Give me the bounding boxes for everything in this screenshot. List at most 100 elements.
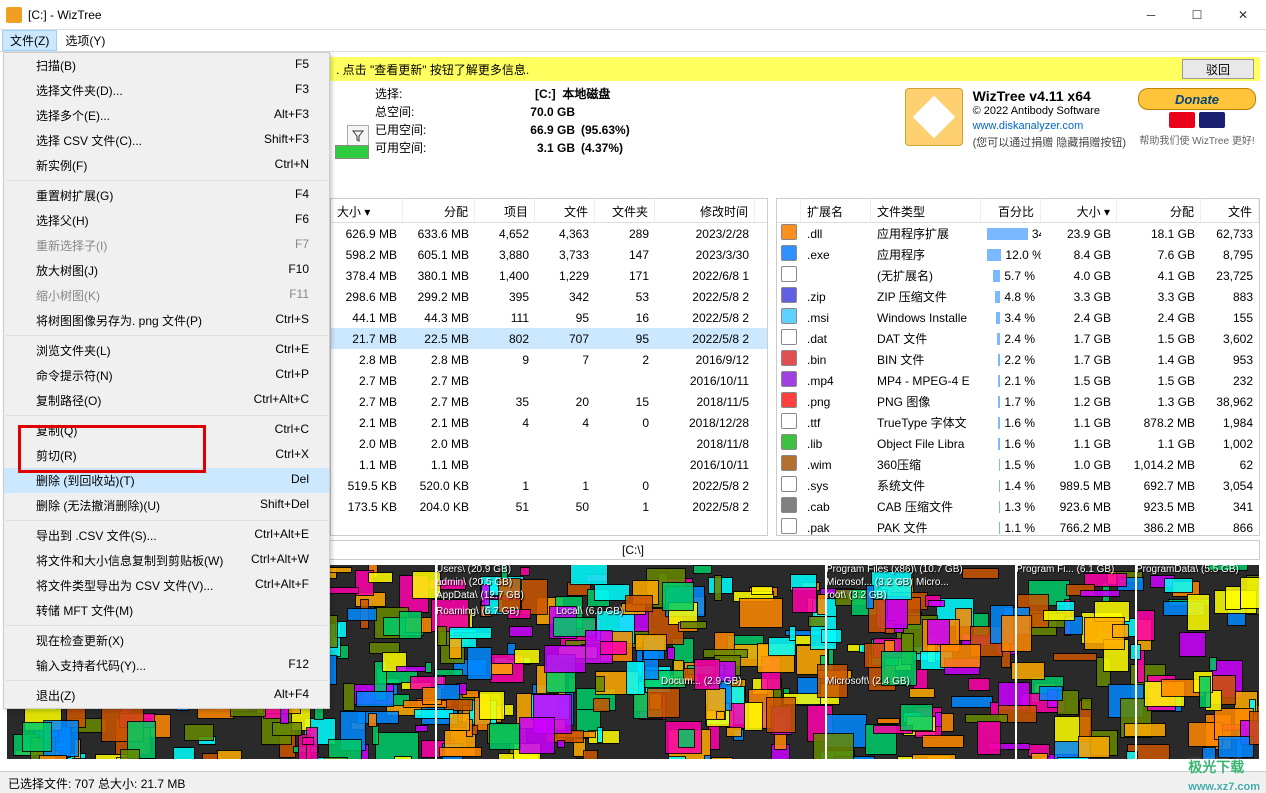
menubar: 文件(Z) 选项(Y)	[0, 30, 1266, 52]
close-button[interactable]: ✕	[1220, 1, 1266, 29]
column-header[interactable]: 分配	[1117, 199, 1201, 222]
treemap-label: Local\ (6.0 GB)	[556, 606, 623, 617]
column-header[interactable]: 扩展名	[801, 199, 871, 222]
tables-area: 大小 ▾分配项目文件文件夹修改时间 626.9 MB633.6 MB4,6524…	[330, 198, 1260, 536]
menu-item[interactable]: 导出到 .CSV 文件(S)...Ctrl+Alt+E	[4, 523, 329, 548]
dismiss-button[interactable]: 驳回	[1182, 59, 1254, 79]
table-row[interactable]: 2.8 MB2.8 MB9722016/9/12	[331, 349, 767, 370]
menu-item[interactable]: 选择多个(E)...Alt+F3	[4, 103, 329, 128]
table-row[interactable]: .ttfTrueType 字体文1.6 %1.1 GB878.2 MB1,984	[777, 412, 1259, 433]
menu-item[interactable]: 复制(Q)Ctrl+C	[4, 418, 329, 443]
table-row[interactable]: .cabCAB 压缩文件1.3 %923.6 MB923.5 MB341	[777, 496, 1259, 517]
table-row[interactable]: 2.1 MB2.1 MB4402018/12/28	[331, 412, 767, 433]
homepage-link[interactable]: www.diskanalyzer.com	[973, 120, 1084, 132]
menu-item[interactable]: 现在检查更新(X)	[4, 628, 329, 653]
menu-item[interactable]: 将文件和大小信息复制到剪贴板(W)Ctrl+Alt+W	[4, 548, 329, 573]
right-table-header: 扩展名文件类型百分比大小 ▾分配文件	[777, 199, 1259, 223]
menu-item[interactable]: 选择文件夹(D)...F3	[4, 78, 329, 103]
table-row[interactable]: 378.4 MB380.1 MB1,4001,2291712022/6/8 1	[331, 265, 767, 286]
table-row[interactable]: .zipZIP 压缩文件4.8 %3.3 GB3.3 GB883	[777, 286, 1259, 307]
column-header[interactable]: 大小 ▾	[1041, 199, 1117, 222]
file-tree-table: 大小 ▾分配项目文件文件夹修改时间 626.9 MB633.6 MB4,6524…	[330, 198, 768, 536]
usage-bar	[335, 145, 369, 159]
column-header[interactable]: 文件	[1201, 199, 1259, 222]
window-title: [C:] - WizTree	[28, 8, 1128, 22]
menu-item[interactable]: 选择 CSV 文件(C)...Shift+F3	[4, 128, 329, 153]
menu-item[interactable]: 扫描(B)F5	[4, 53, 329, 78]
donate-button[interactable]: Donate	[1138, 88, 1256, 110]
file-menu-dropdown: 扫描(B)F5选择文件夹(D)...F3选择多个(E)...Alt+F3选择 C…	[3, 52, 330, 709]
donate-help: 帮助我们使 WizTree 更好!	[1138, 132, 1256, 147]
menu-item[interactable]: 重置树扩展(G)F4	[4, 183, 329, 208]
treemap-label: Microsof... (3.2 GB)	[826, 577, 913, 588]
donate-area: Donate 帮助我们使 WizTree 更好!	[1138, 88, 1256, 147]
menu-item[interactable]: 退出(Z)Alt+F4	[4, 683, 329, 708]
table-row[interactable]: 44.1 MB44.3 MB11195162022/5/8 2	[331, 307, 767, 328]
table-row[interactable]: .binBIN 文件2.2 %1.7 GB1.4 GB953	[777, 349, 1259, 370]
treemap-label: admin\ (20.5 GB)	[436, 577, 512, 588]
table-row[interactable]: .pngPNG 图像1.7 %1.2 GB1.3 GB38,962	[777, 391, 1259, 412]
left-table-header: 大小 ▾分配项目文件文件夹修改时间	[331, 199, 767, 223]
treemap-label: root\ (3.2 GB)	[826, 590, 887, 601]
menu-item[interactable]: 将文件类型导出为 CSV 文件(V)...Ctrl+Alt+F	[4, 573, 329, 598]
menu-item[interactable]: 删除 (无法撤消删除)(U)Shift+Del	[4, 493, 329, 518]
minimize-button[interactable]: ─	[1128, 1, 1174, 29]
table-row[interactable]: 2.0 MB2.0 MB2018/11/8	[331, 433, 767, 454]
table-row[interactable]: 626.9 MB633.6 MB4,6524,3632892023/2/28	[331, 223, 767, 244]
table-row[interactable]: 21.7 MB22.5 MB802707952022/5/8 2	[331, 328, 767, 349]
table-row[interactable]: 2.7 MB2.7 MB2016/10/11	[331, 370, 767, 391]
menu-options[interactable]: 选项(Y)	[57, 30, 113, 51]
table-row[interactable]: 2.7 MB2.7 MB3520152018/11/5	[331, 391, 767, 412]
menu-item[interactable]: 浏览文件夹(L)Ctrl+E	[4, 338, 329, 363]
column-header[interactable]: 文件类型	[871, 199, 981, 222]
table-row[interactable]: (无扩展名)5.7 %4.0 GB4.1 GB23,725	[777, 265, 1259, 286]
column-header[interactable]: 文件夹	[595, 199, 655, 222]
maximize-button[interactable]: ☐	[1174, 1, 1220, 29]
menu-item[interactable]: 转储 MFT 文件(M)	[4, 598, 329, 623]
treemap-label: Program Files (x86)\ (10.7 GB)	[826, 564, 963, 575]
column-header[interactable]: 修改时间	[655, 199, 755, 222]
table-row[interactable]: 598.2 MB605.1 MB3,8803,7331472023/3/30	[331, 244, 767, 265]
table-row[interactable]: 298.6 MB299.2 MB395342532022/5/8 2	[331, 286, 767, 307]
table-row[interactable]: 173.5 KB204.0 KB515012022/5/8 2	[331, 496, 767, 517]
app-icon	[6, 7, 22, 23]
menu-item[interactable]: 选择父(H)F6	[4, 208, 329, 233]
menu-item[interactable]: 缩小树图(K)F11	[4, 283, 329, 308]
menu-item[interactable]: 复制路径(O)Ctrl+Alt+C	[4, 388, 329, 413]
menu-item[interactable]: 新实例(F)Ctrl+N	[4, 153, 329, 178]
select-label: 选择:	[375, 85, 465, 103]
menu-item[interactable]: 将树图图像另存为. png 文件(P)Ctrl+S	[4, 308, 329, 333]
treemap-label: Program Fi... (6.1 GB)	[1016, 564, 1114, 575]
table-row[interactable]: .msiWindows Installe3.4 %2.4 GB2.4 GB155	[777, 307, 1259, 328]
table-row[interactable]: 519.5 KB520.0 KB1102022/5/8 2	[331, 475, 767, 496]
menu-item[interactable]: 删除 (到回收站)(T)Del	[4, 468, 329, 493]
right-table-body: .dll应用程序扩展34.1 %23.9 GB18.1 GB62,733.exe…	[777, 223, 1259, 536]
table-row[interactable]: .datDAT 文件2.4 %1.7 GB1.5 GB3,602	[777, 328, 1259, 349]
menu-item[interactable]: 重新选择子(I)F7	[4, 233, 329, 258]
treemap-label: ProgramData\ (5.5 GB)	[1136, 564, 1239, 575]
menu-file[interactable]: 文件(Z)	[2, 30, 57, 51]
table-row[interactable]: .exe应用程序12.0 %8.4 GB7.6 GB8,795	[777, 244, 1259, 265]
mastercard-icon	[1169, 112, 1195, 128]
table-row[interactable]: .dll应用程序扩展34.1 %23.9 GB18.1 GB62,733	[777, 223, 1259, 244]
filter-button[interactable]	[347, 125, 369, 147]
left-table-body: 626.9 MB633.6 MB4,6524,3632892023/2/2859…	[331, 223, 767, 517]
menu-item[interactable]: 命令提示符(N)Ctrl+P	[4, 363, 329, 388]
menu-item[interactable]: 放大树图(J)F10	[4, 258, 329, 283]
column-header[interactable]: 项目	[475, 199, 535, 222]
table-row[interactable]: .pakPAK 文件1.1 %766.2 MB386.2 MB866	[777, 517, 1259, 536]
column-header[interactable]: 分配	[403, 199, 475, 222]
table-row[interactable]: .sys系统文件1.4 %989.5 MB692.7 MB3,054	[777, 475, 1259, 496]
table-row[interactable]: .wim360压缩1.5 %1.0 GB1,014.2 MB62	[777, 454, 1259, 475]
table-row[interactable]: .libObject File Libra1.6 %1.1 GB1.1 GB1,…	[777, 433, 1259, 454]
treemap-label: AppData\ (12.7 GB)	[436, 590, 524, 601]
menu-item[interactable]: 剪切(R)Ctrl+X	[4, 443, 329, 468]
column-header[interactable]: 百分比	[981, 199, 1041, 222]
notification-text: . 点击 "查看更新" 按钮了解更多信息.	[336, 61, 529, 78]
extension-table: 扩展名文件类型百分比大小 ▾分配文件 .dll应用程序扩展34.1 %23.9 …	[776, 198, 1260, 536]
table-row[interactable]: .mp4MP4 - MPEG-4 E2.1 %1.5 GB1.5 GB232	[777, 370, 1259, 391]
column-header[interactable]: 大小 ▾	[331, 199, 403, 222]
column-header[interactable]: 文件	[535, 199, 595, 222]
menu-item[interactable]: 输入支持者代码(Y)...F12	[4, 653, 329, 678]
table-row[interactable]: 1.1 MB1.1 MB2016/10/11	[331, 454, 767, 475]
